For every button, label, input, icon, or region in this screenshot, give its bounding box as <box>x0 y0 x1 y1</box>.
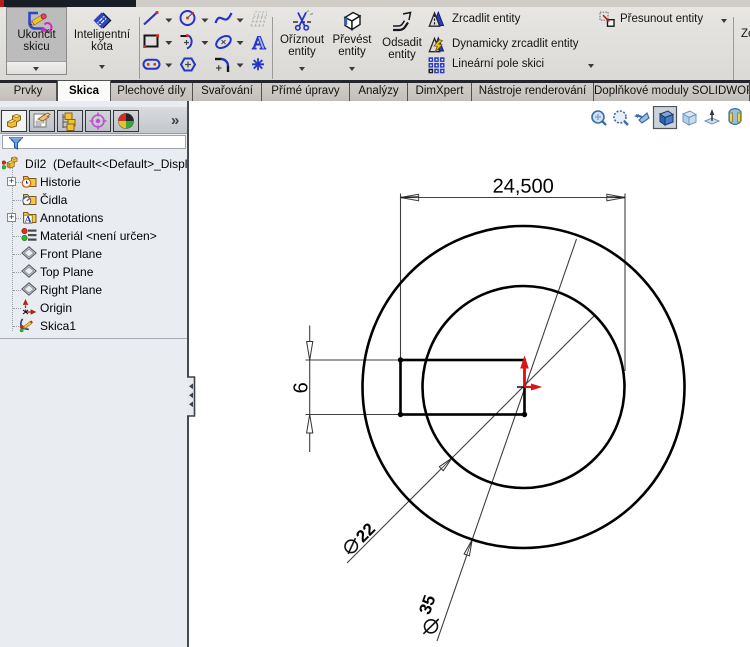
svg-text:A: A <box>25 215 32 225</box>
svg-text:A: A <box>252 33 266 54</box>
